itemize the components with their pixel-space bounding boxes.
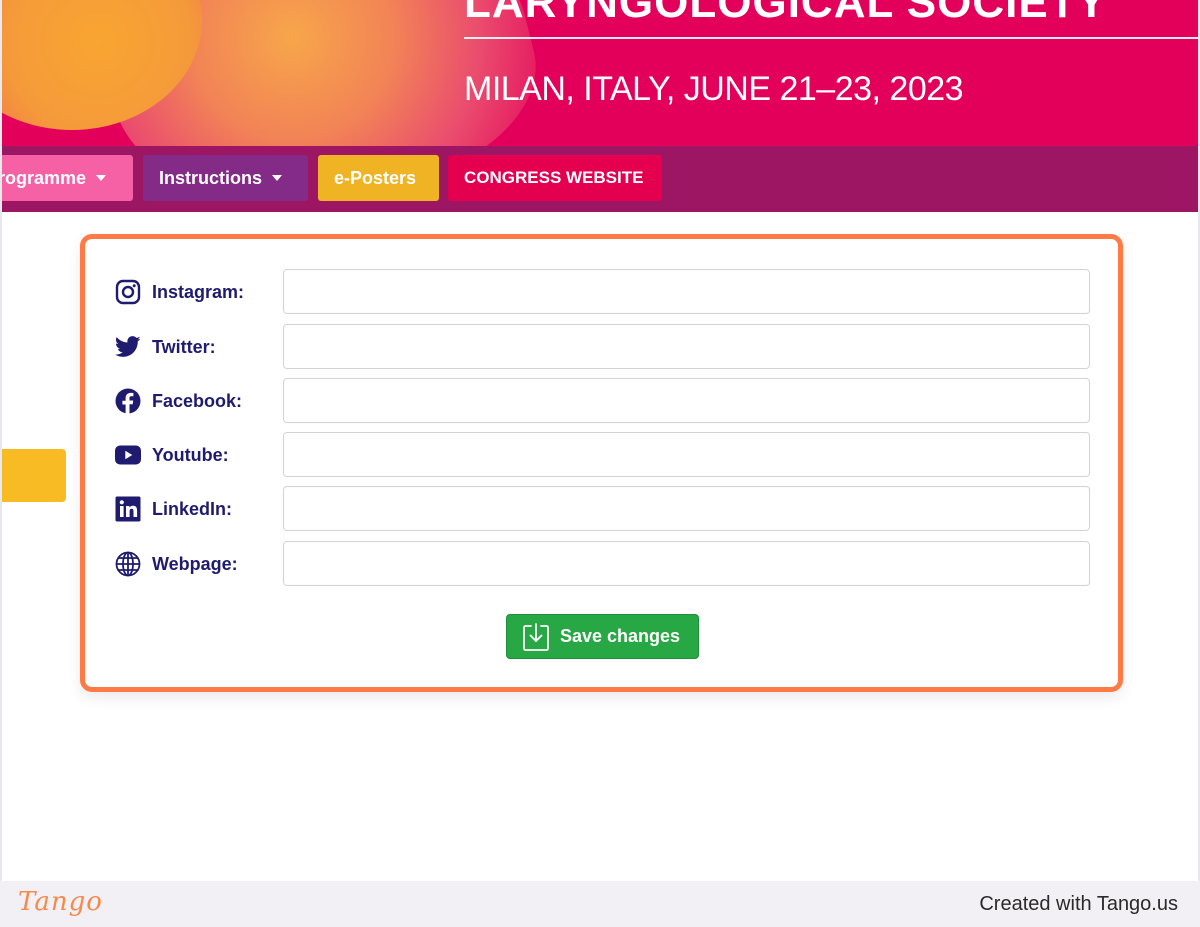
sidebar-button-partial[interactable] bbox=[2, 449, 66, 502]
browser-viewport: LARYNGOLOGICAL SOCIETY MILAN, ITALY, JUN… bbox=[0, 0, 1200, 881]
instagram-input[interactable] bbox=[283, 269, 1090, 314]
globe-icon bbox=[114, 550, 142, 578]
twitter-input[interactable] bbox=[283, 324, 1090, 369]
caret-down-icon bbox=[272, 175, 283, 181]
banner-divider bbox=[464, 37, 1198, 39]
congress-banner: LARYNGOLOGICAL SOCIETY MILAN, ITALY, JUN… bbox=[2, 0, 1198, 146]
linkedin-input[interactable] bbox=[283, 486, 1090, 531]
main-nav: rogramme Instructions e-Posters CONGRESS… bbox=[0, 146, 1198, 212]
facebook-input[interactable] bbox=[283, 378, 1090, 423]
nav-item-label: Instructions bbox=[159, 167, 263, 188]
tango-footer: Tango Created with Tango.us bbox=[0, 881, 1200, 927]
banner-subtitle: MILAN, ITALY, JUNE 21–23, 2023 bbox=[464, 70, 964, 108]
facebook-label: Facebook: bbox=[152, 391, 243, 411]
linkedin-label: LinkedIn: bbox=[152, 499, 232, 519]
youtube-row: Youtube: bbox=[114, 432, 1090, 478]
nav-item-label: rogramme bbox=[0, 167, 87, 188]
nav-eposters-button[interactable]: e-Posters bbox=[318, 155, 439, 201]
nav-item-label: CONGRESS WEBSITE bbox=[464, 168, 644, 187]
twitter-label: Twitter: bbox=[152, 337, 216, 357]
nav-congress-website-link[interactable]: CONGRESS WEBSITE bbox=[448, 155, 662, 201]
linkedin-icon bbox=[114, 495, 142, 523]
linkedin-row: LinkedIn: bbox=[114, 486, 1090, 532]
youtube-label: Youtube: bbox=[152, 445, 229, 465]
webpage-input[interactable] bbox=[283, 541, 1090, 586]
tango-logo: Tango bbox=[18, 887, 103, 917]
created-with-credit: Created with Tango.us bbox=[979, 893, 1178, 915]
caret-down-icon bbox=[96, 175, 107, 181]
instagram-row: Instagram: bbox=[114, 269, 1090, 315]
instagram-icon bbox=[114, 278, 142, 306]
save-changes-button[interactable]: Save changes bbox=[506, 614, 699, 659]
webpage-row: Webpage: bbox=[114, 541, 1090, 587]
youtube-icon bbox=[114, 441, 142, 469]
banner-title: LARYNGOLOGICAL SOCIETY bbox=[464, 0, 1107, 27]
download-box-icon bbox=[522, 622, 550, 652]
twitter-row: Twitter: bbox=[114, 324, 1090, 370]
nav-instructions-dropdown[interactable]: Instructions bbox=[143, 155, 308, 201]
instagram-label: Instagram: bbox=[152, 282, 245, 302]
nav-item-label: e-Posters bbox=[334, 167, 417, 188]
twitter-icon bbox=[114, 333, 142, 361]
facebook-row: Facebook: bbox=[114, 378, 1090, 424]
nav-programme-dropdown[interactable]: rogramme bbox=[0, 155, 133, 201]
youtube-input[interactable] bbox=[283, 432, 1090, 477]
webpage-label: Webpage: bbox=[152, 554, 238, 574]
facebook-icon bbox=[114, 387, 142, 415]
save-changes-label: Save changes bbox=[560, 626, 681, 646]
